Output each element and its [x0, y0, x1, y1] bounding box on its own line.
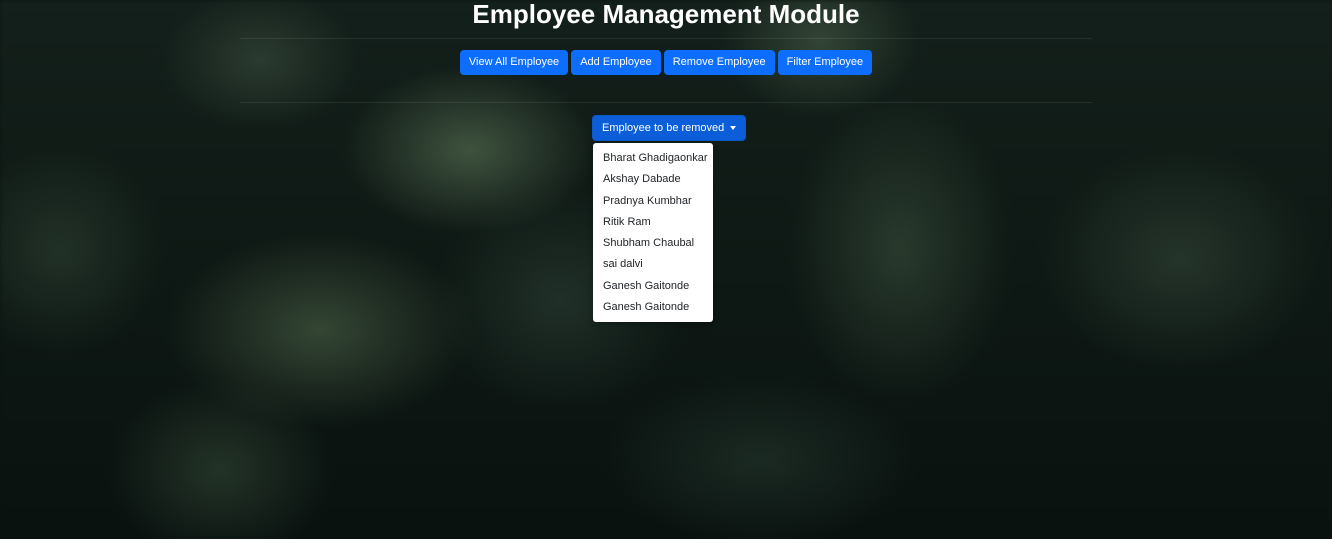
- employee-dropdown-menu: Bharat Ghadigaonkar Akshay Dabade Pradny…: [593, 143, 713, 323]
- caret-down-icon: [730, 126, 737, 130]
- dropdown-item[interactable]: Akshay Dabade: [593, 170, 713, 191]
- dropdown-item[interactable]: sai dalvi: [593, 255, 713, 276]
- employee-remove-dropdown: Employee to be removed Bharat Ghadigaonk…: [592, 115, 747, 323]
- action-nav: View All Employee Add Employee Remove Em…: [240, 50, 1092, 75]
- filter-employee-button[interactable]: Filter Employee: [777, 50, 873, 75]
- divider-top: [240, 38, 1092, 39]
- divider-bottom: [240, 102, 1092, 103]
- dropdown-item[interactable]: Ganesh Gaitonde: [593, 298, 713, 319]
- remove-employee-button[interactable]: Remove Employee: [663, 50, 775, 75]
- page-title: Employee Management Module: [472, 0, 860, 29]
- dropdown-item[interactable]: Pradnya Kumbhar: [593, 192, 713, 213]
- dropdown-item[interactable]: Ritik Ram: [593, 213, 713, 234]
- view-all-employee-button[interactable]: View All Employee: [459, 50, 569, 75]
- dropdown-item[interactable]: Bharat Ghadigaonkar: [593, 149, 713, 170]
- dropdown-item[interactable]: Ganesh Gaitonde: [593, 277, 713, 298]
- add-employee-button[interactable]: Add Employee: [571, 50, 661, 75]
- dropdown-item[interactable]: Shubham Chaubal: [593, 234, 713, 255]
- dropdown-label: Employee to be removed: [602, 121, 725, 134]
- employee-dropdown-toggle[interactable]: Employee to be removed: [592, 115, 747, 141]
- main-container: Employee Management Module View All Empl…: [240, 0, 1092, 539]
